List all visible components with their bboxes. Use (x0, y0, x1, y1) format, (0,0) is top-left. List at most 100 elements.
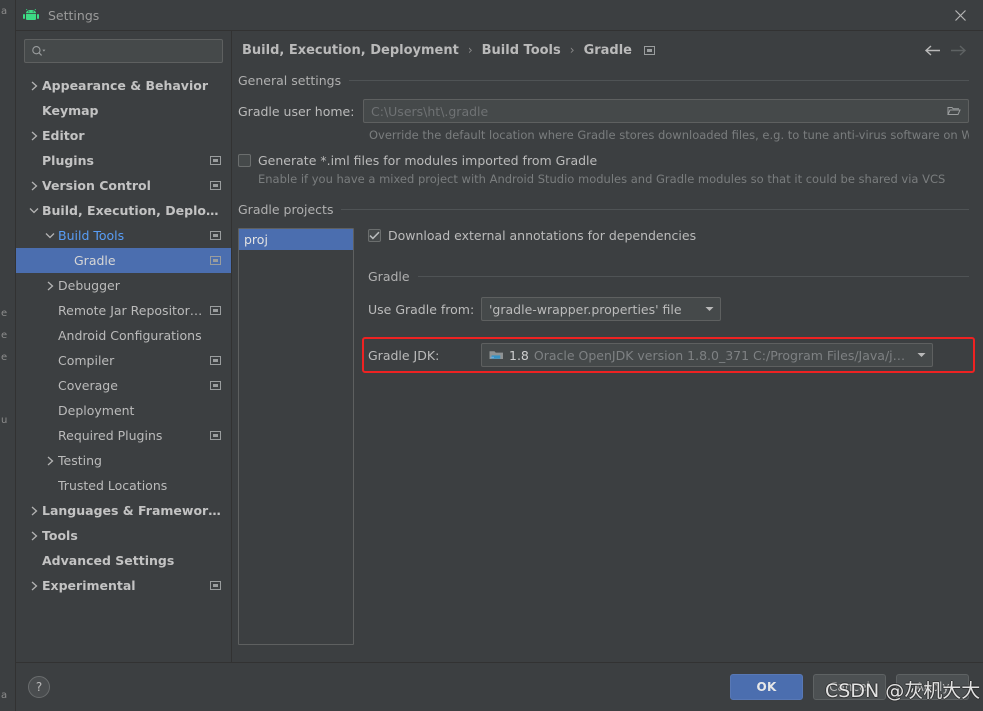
chevron-down-icon[interactable] (26, 206, 42, 215)
sidebar-item-label: Languages & Frameworks (42, 503, 221, 518)
generate-iml-checkbox[interactable] (238, 154, 251, 167)
breadcrumb-item-1[interactable]: Build Tools (482, 43, 561, 58)
generate-iml-hint: Enable if you have a mixed project with … (258, 172, 946, 186)
breadcrumb: Build, Execution, Deployment › Build Too… (232, 31, 983, 69)
sidebar-item-label: Plugins (42, 153, 94, 168)
settings-content: General settings Gradle user home: C:\Us… (232, 69, 983, 662)
sidebar-item-label: Build Tools (58, 228, 125, 243)
breadcrumb-item-0[interactable]: Build, Execution, Deployment (242, 43, 459, 58)
backdrop-fragment: e (1, 330, 8, 341)
generate-iml-checkbox-row[interactable]: Generate *.iml files for modules importe… (238, 153, 969, 168)
sidebar-item-advanced-settings[interactable]: Advanced Settings (16, 548, 231, 573)
download-annotations-checkbox[interactable] (368, 229, 381, 242)
cancel-button[interactable]: Cancel (813, 674, 886, 700)
gradle-jdk-description: Oracle OpenJDK version 1.8.0_371 C:/Prog… (533, 347, 912, 363)
sidebar-item-remote-jar-repositories[interactable]: Remote Jar Repositories (16, 298, 231, 323)
help-button[interactable]: ? (28, 676, 50, 698)
folder-jdk-icon (489, 349, 504, 361)
gradle-user-home-input[interactable]: C:\Users\ht\.gradle (363, 99, 969, 123)
gradle-subgroup-title: Gradle (368, 269, 410, 284)
search-input[interactable] (46, 41, 216, 61)
backdrop-fragment: a (1, 6, 8, 17)
sidebar-item-label: Advanced Settings (42, 553, 175, 568)
sidebar-item-label: Android Configurations (58, 328, 202, 343)
gradle-jdk-version: 1.8 (509, 347, 529, 363)
sidebar-item-version-control[interactable]: Version Control (16, 173, 231, 198)
sidebar-item-gradle[interactable]: Gradle (16, 248, 231, 273)
generate-iml-label: Generate *.iml files for modules importe… (258, 153, 598, 168)
ok-button[interactable]: OK (730, 674, 803, 700)
download-annotations-row[interactable]: Download external annotations for depend… (368, 228, 969, 243)
gradle-project-detail: Download external annotations for depend… (354, 228, 969, 367)
folder-open-icon[interactable] (944, 105, 964, 117)
arrow-left-icon[interactable] (919, 37, 945, 63)
project-scope-icon (210, 255, 221, 266)
chevron-right-icon[interactable] (42, 456, 58, 466)
gradle-projects-title: Gradle projects (238, 202, 334, 217)
sidebar-item-editor[interactable]: Editor (16, 123, 231, 148)
breadcrumb-item-2[interactable]: Gradle (584, 43, 632, 58)
list-item[interactable]: proj (239, 229, 353, 250)
group-divider (341, 209, 969, 210)
chevron-right-icon[interactable] (42, 281, 58, 291)
sidebar-item-tools[interactable]: Tools (16, 523, 231, 548)
sidebar-item-required-plugins[interactable]: Required Plugins (16, 423, 231, 448)
sidebar-item-label: Deployment (58, 403, 135, 418)
sidebar-item-build-tools[interactable]: Build Tools (16, 223, 231, 248)
chevron-right-icon[interactable] (26, 581, 42, 591)
sidebar-item-label: Appearance & Behavior (42, 78, 208, 93)
chevron-down-icon (912, 352, 930, 358)
general-settings-title: General settings (238, 73, 342, 88)
sidebar-item-experimental[interactable]: Experimental (16, 573, 231, 598)
chevron-right-icon[interactable] (26, 81, 42, 91)
sidebar-item-trusted-locations[interactable]: Trusted Locations (16, 473, 231, 498)
gradle-projects-list[interactable]: proj (238, 228, 354, 645)
chevron-right-icon[interactable] (26, 131, 42, 141)
gradle-subgroup-header: Gradle (368, 269, 969, 284)
project-scope-icon (210, 380, 221, 391)
chevron-right-icon[interactable] (26, 506, 42, 516)
sidebar-item-appearance-behavior[interactable]: Appearance & Behavior (16, 73, 231, 98)
sidebar-item-coverage[interactable]: Coverage (16, 373, 231, 398)
chevron-right-icon[interactable] (26, 531, 42, 541)
dialog-titlebar: Settings (16, 0, 983, 31)
settings-sidebar: Appearance & Behavior Keymap Editor Plugins… (16, 31, 232, 662)
gradle-user-home-label: Gradle user home: (238, 103, 355, 119)
sidebar-item-label: Experimental (42, 578, 136, 593)
search-box[interactable] (24, 39, 223, 63)
backdrop-fragment: a (1, 690, 8, 701)
chevron-right-icon[interactable] (26, 181, 42, 191)
settings-dialog: Settings Appearance & Behavior Keymap Ed… (16, 0, 983, 711)
dialog-body: Appearance & Behavior Keymap Editor Plugins… (16, 31, 983, 662)
sidebar-search-wrap (16, 31, 231, 69)
sidebar-item-label: Debugger (58, 278, 120, 293)
project-scope-icon (210, 580, 221, 591)
sidebar-item-android-configurations[interactable]: Android Configurations (16, 323, 231, 348)
sidebar-item-keymap[interactable]: Keymap (16, 98, 231, 123)
sidebar-item-deployment[interactable]: Deployment (16, 398, 231, 423)
android-robot-icon (22, 6, 40, 24)
sidebar-item-label: Build, Execution, Deployment (42, 203, 221, 218)
ide-background-sliver: a e e e u a (0, 0, 16, 711)
apply-button[interactable]: Apply (896, 674, 969, 700)
gradle-jdk-dropdown[interactable]: 1.8 Oracle OpenJDK version 1.8.0_371 C:/… (481, 343, 933, 367)
sidebar-item-build-execution-deployment[interactable]: Build, Execution, Deployment (16, 198, 231, 223)
sidebar-item-testing[interactable]: Testing (16, 448, 231, 473)
chevron-down-icon[interactable] (42, 231, 58, 240)
close-icon[interactable] (937, 0, 983, 30)
sidebar-item-label: Coverage (58, 378, 118, 393)
sidebar-item-debugger[interactable]: Debugger (16, 273, 231, 298)
sidebar-item-languages-frameworks[interactable]: Languages & Frameworks (16, 498, 231, 523)
use-gradle-from-dropdown[interactable]: 'gradle-wrapper.properties' file (481, 297, 721, 321)
project-scope-icon (210, 230, 221, 241)
sidebar-item-label: Tools (42, 528, 78, 543)
use-gradle-from-label: Use Gradle from: (368, 301, 475, 317)
gradle-jdk-value: 1.8 Oracle OpenJDK version 1.8.0_371 C:/… (489, 348, 912, 363)
project-scope-icon (210, 430, 221, 441)
sidebar-item-label: Version Control (42, 178, 151, 193)
arrow-right-icon (945, 37, 971, 63)
gradle-jdk-label: Gradle JDK: (368, 347, 440, 363)
dialog-footer: ? OK Cancel Apply (16, 662, 983, 711)
sidebar-item-compiler[interactable]: Compiler (16, 348, 231, 373)
sidebar-item-plugins[interactable]: Plugins (16, 148, 231, 173)
